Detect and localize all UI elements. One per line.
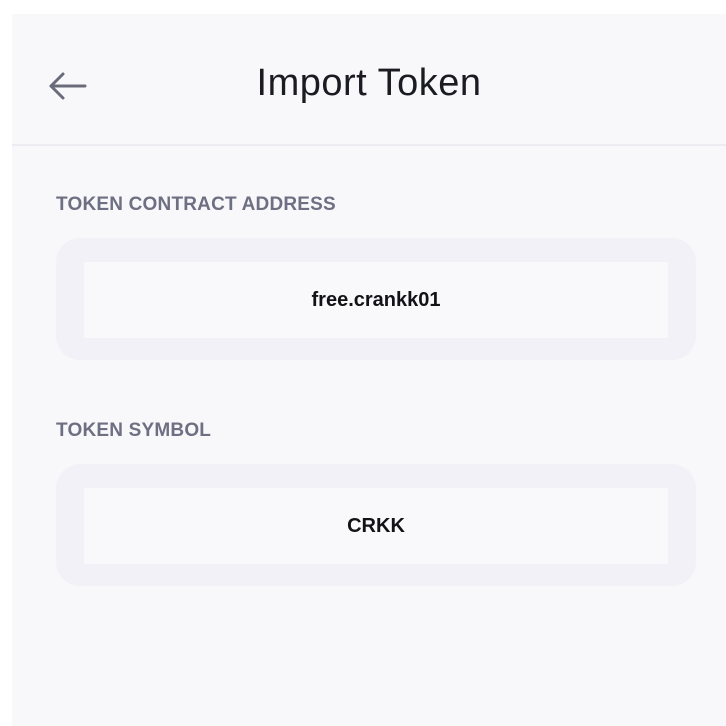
- import-token-screen: Import Token TOKEN CONTRACT ADDRESS free…: [0, 0, 726, 726]
- token-symbol-label: TOKEN SYMBOL: [56, 420, 212, 441]
- token-symbol-input[interactable]: CRKK: [84, 488, 668, 564]
- page-title: Import Token: [256, 62, 482, 104]
- header-bar: Import Token: [12, 14, 726, 146]
- contract-address-label: TOKEN CONTRACT ADDRESS: [56, 194, 336, 215]
- contract-address-field-container: free.crankk01: [56, 238, 696, 360]
- token-symbol-field-container: CRKK: [56, 464, 696, 586]
- contract-address-input[interactable]: free.crankk01: [84, 262, 668, 338]
- content-panel: Import Token TOKEN CONTRACT ADDRESS free…: [12, 14, 726, 726]
